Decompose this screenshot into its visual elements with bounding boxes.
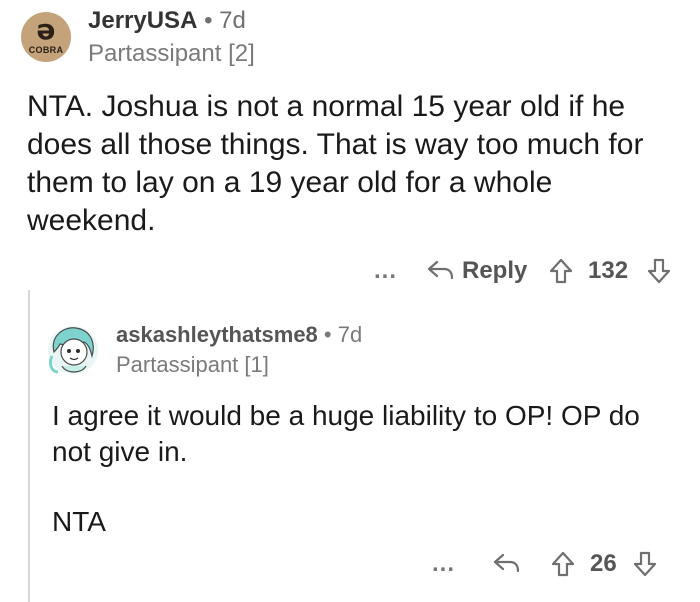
upvote-button[interactable] bbox=[548, 254, 574, 288]
vote-score: 26 bbox=[590, 550, 617, 577]
reply-icon bbox=[427, 260, 454, 280]
meta-separator: • bbox=[323, 322, 332, 347]
vote-score: 132 bbox=[588, 257, 629, 284]
reply-avatar[interactable] bbox=[44, 322, 102, 378]
reply-body: I agree it would be a huge liability to … bbox=[52, 398, 682, 540]
downvote-button[interactable] bbox=[646, 254, 672, 288]
upvote-button[interactable] bbox=[550, 547, 576, 581]
downvote-button[interactable] bbox=[632, 547, 658, 581]
downvote-icon bbox=[633, 551, 657, 577]
avatar-illustration bbox=[48, 326, 98, 374]
thread-line[interactable] bbox=[28, 290, 30, 602]
reply-actions: ... 26 bbox=[420, 547, 690, 581]
reply-button[interactable] bbox=[492, 547, 522, 581]
reply-button[interactable]: Reply bbox=[426, 254, 527, 288]
comment-actions: ... Reply 132 bbox=[360, 254, 690, 288]
user-flair: Partassipant [2] bbox=[88, 40, 255, 67]
reply-paragraph: I agree it would be a huge liability to … bbox=[52, 400, 640, 467]
reply-user-flair: Partassipant [1] bbox=[116, 352, 269, 377]
more-options-button[interactable]: ... bbox=[432, 547, 455, 581]
avatar-glyph: ə bbox=[36, 13, 56, 46]
downvote-icon bbox=[647, 258, 671, 284]
avatar-wordmark: COBRA bbox=[28, 45, 64, 55]
reply-icon bbox=[493, 553, 520, 573]
more-options-label: ... bbox=[374, 257, 398, 284]
comment-meta: JerryUSA • 7d bbox=[88, 7, 246, 35]
comment-body: NTA. Joshua is not a normal 15 year old … bbox=[27, 90, 644, 237]
upvote-icon bbox=[549, 258, 573, 284]
username-link[interactable]: JerryUSA bbox=[88, 7, 197, 34]
meta-separator: • bbox=[204, 7, 213, 34]
reply-username-link[interactable]: askashleythatsme8 bbox=[116, 322, 318, 347]
reply-label: Reply bbox=[462, 257, 528, 284]
more-options-label: ... bbox=[432, 550, 456, 577]
reply-meta: askashleythatsme8 • 7d bbox=[116, 322, 362, 348]
reply-paragraph: NTA bbox=[52, 506, 106, 537]
upvote-icon bbox=[551, 551, 575, 577]
reply-age: 7d bbox=[337, 322, 363, 347]
avatar[interactable]: ə COBRA bbox=[21, 12, 71, 62]
more-options-button[interactable]: ... bbox=[374, 254, 397, 288]
comment-age: 7d bbox=[219, 7, 246, 34]
